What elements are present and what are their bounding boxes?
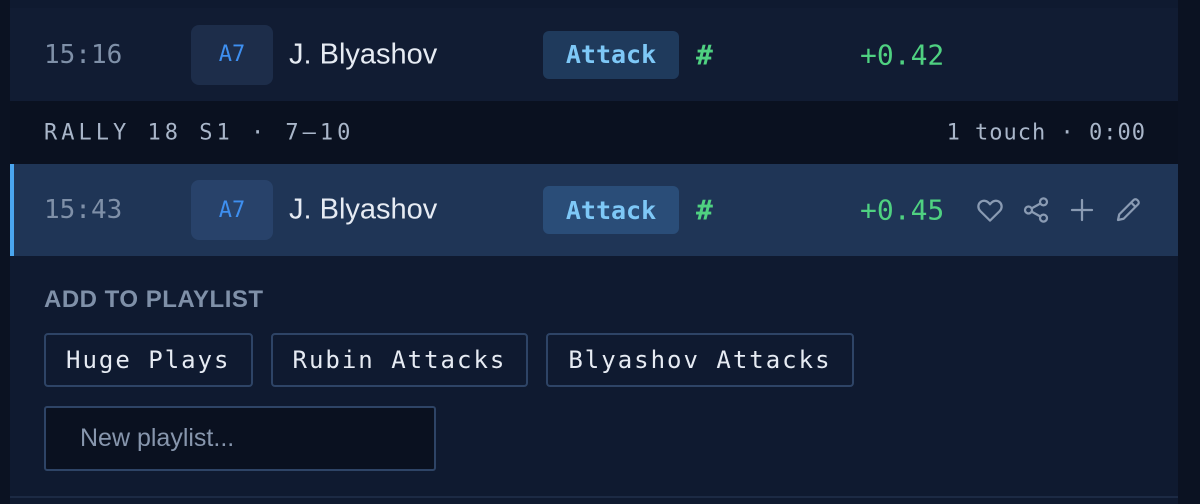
event-score: +0.45 [860,193,945,227]
player-position-badge: A7 [191,24,273,85]
playlist-chip-rubin-attacks[interactable]: Rubin Attacks [270,333,529,387]
rally-label: RALLY 18 S1 · 7–10 [44,120,355,146]
new-playlist-input[interactable] [44,406,436,471]
playlist-chips: Huge Plays Rubin Attacks Blyashov Attack… [44,333,854,387]
heart-icon[interactable] [974,194,1006,226]
event-row-selected[interactable]: 15:43 A7 J. Blyashov Attack # +0.45 [10,164,1178,256]
grade-symbol: # [696,38,713,71]
event-row[interactable]: 15:16 A7 J. Blyashov Attack # +0.42 [10,8,1178,102]
playlist-chip-huge-plays[interactable]: Huge Plays [44,333,253,387]
plus-icon[interactable] [1066,194,1098,226]
event-time: 15:16 [44,39,123,70]
skill-tag: Attack [543,186,679,234]
rally-header: RALLY 18 S1 · 7–10 1 touch · 0:00 [10,102,1178,164]
grade-symbol: # [696,193,713,227]
share-icon[interactable] [1020,194,1052,226]
event-time: 15:43 [44,195,123,225]
player-name: J. Blyashov [289,193,438,226]
pencil-icon[interactable] [1112,194,1144,226]
row-actions [974,194,1144,226]
playlist-section-title: ADD TO PLAYLIST [44,286,264,313]
event-score: +0.42 [860,38,945,71]
add-to-playlist-section: ADD TO PLAYLIST Huge Plays Rubin Attacks… [10,256,1178,498]
skill-tag: Attack [543,30,679,79]
player-name: J. Blyashov [289,38,438,70]
rally-meta: 1 touch · 0:00 [946,120,1146,146]
playlist-chip-blyashov-attacks[interactable]: Blyashov Attacks [546,333,854,387]
player-position-badge: A7 [191,180,273,240]
